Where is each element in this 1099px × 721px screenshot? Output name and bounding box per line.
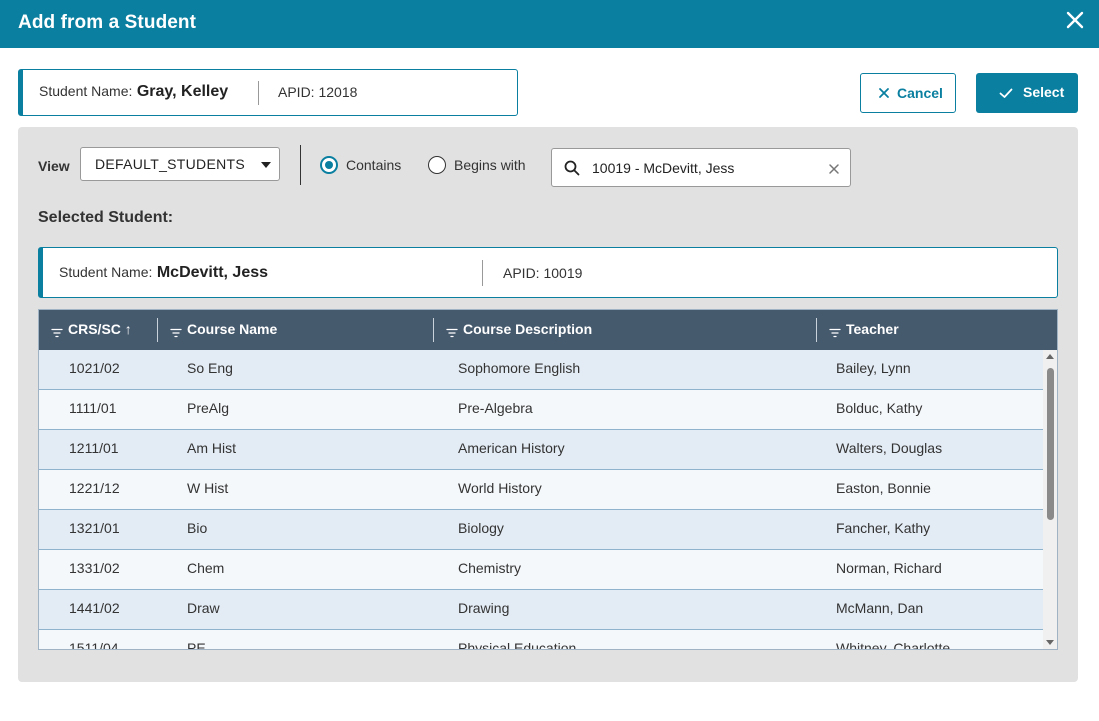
cell-course-name: Chem (187, 560, 225, 576)
cell-crs: 1331/02 (69, 560, 120, 576)
column-header-course-name[interactable]: Course Name (170, 321, 278, 338)
cell-crs: 1511/04 (69, 640, 119, 650)
dialog-header: Add from a Student (0, 0, 1099, 48)
current-student-card: Student Name: Gray, Kelley APID: 12018 (18, 69, 518, 116)
cell-course-name: Bio (187, 520, 208, 536)
close-icon[interactable] (1065, 9, 1085, 31)
cell-teacher: Fancher, Kathy (836, 520, 931, 536)
cell-teacher: Easton, Bonnie (836, 480, 931, 496)
column-label-course-description: Course Description (463, 321, 593, 337)
cell-course-description: Biology (458, 520, 504, 536)
view-label: View (38, 158, 70, 174)
begins-with-radio[interactable] (428, 156, 446, 174)
contains-radio[interactable] (320, 156, 338, 174)
filter-icon[interactable] (829, 325, 841, 338)
cell-course-description: American History (458, 440, 565, 456)
search-icon (564, 160, 580, 176)
selected-student-apid: APID: 10019 (503, 265, 583, 281)
grid-scrollbar[interactable] (1043, 350, 1057, 649)
column-separator[interactable] (433, 318, 434, 342)
student-name-label: Student Name: (39, 83, 133, 99)
cell-teacher: Bailey, Lynn (836, 360, 911, 376)
select-button[interactable]: Select (976, 73, 1078, 113)
selected-student-heading: Selected Student: (38, 209, 174, 226)
select-label: Select (1023, 84, 1065, 100)
student-name-group: Student Name: Gray, Kelley (39, 83, 228, 101)
grid-body: 1021/02 So Eng Sophomore English Bailey,… (39, 350, 1043, 650)
scrollbar-thumb[interactable] (1047, 368, 1054, 520)
course-grid: CRS/SC ↑ Course Name Course Description … (38, 309, 1058, 650)
cell-course-description: Sophomore English (458, 360, 581, 376)
cell-course-name: So Eng (187, 360, 233, 376)
student-search-input[interactable]: 10019 - McDevitt, Jess (551, 148, 851, 187)
search-panel: View DEFAULT_STUDENTS Contains Begins wi… (18, 127, 1078, 682)
table-row[interactable]: 1511/04 PE Physical Education Whitney, C… (39, 630, 1043, 650)
cell-teacher: Whitney, Charlotte (836, 640, 951, 650)
cell-course-name: Draw (187, 600, 220, 616)
cell-crs: 1441/02 (69, 600, 120, 616)
grid-header: CRS/SC ↑ Course Name Course Description … (39, 310, 1057, 350)
student-name: Gray, Kelley (136, 83, 229, 100)
cell-teacher: Walters, Douglas (836, 440, 943, 456)
filter-divider (300, 145, 301, 185)
clear-icon[interactable] (828, 162, 840, 174)
table-row[interactable]: 1111/01 PreAlg Pre-Algebra Bolduc, Kathy (39, 390, 1043, 430)
column-separator[interactable] (157, 318, 158, 342)
column-label-crs: CRS/SC (68, 321, 121, 337)
contains-label[interactable]: Contains (346, 157, 401, 173)
table-row[interactable]: 1321/01 Bio Biology Fancher, Kathy (39, 510, 1043, 550)
cell-crs: 1111/01 (69, 400, 117, 416)
cell-course-description: Physical Education (458, 640, 577, 650)
cell-course-name: W Hist (187, 480, 229, 496)
caret-down-icon (261, 162, 271, 168)
column-separator[interactable] (816, 318, 817, 342)
close-icon (877, 86, 891, 100)
scroll-down-icon[interactable] (1046, 640, 1054, 645)
table-row[interactable]: 1331/02 Chem Chemistry Norman, Richard (39, 550, 1043, 590)
cell-course-description: Drawing (458, 600, 510, 616)
filter-icon[interactable] (51, 325, 63, 338)
cell-course-description: Pre-Algebra (458, 400, 533, 416)
cell-crs: 1221/12 (69, 480, 120, 496)
cell-course-name: Am Hist (187, 440, 236, 456)
cell-course-name: PreAlg (187, 400, 230, 416)
cell-teacher: McMann, Dan (836, 600, 924, 616)
dialog-title: Add from a Student (18, 12, 197, 33)
filter-icon[interactable] (446, 325, 458, 338)
scroll-up-icon[interactable] (1046, 354, 1054, 359)
column-header-teacher[interactable]: Teacher (829, 321, 899, 338)
cell-crs: 1021/02 (69, 360, 120, 376)
cell-teacher: Bolduc, Kathy (836, 400, 923, 416)
column-label-course-name: Course Name (187, 321, 278, 337)
student-apid: APID: 12018 (278, 84, 358, 100)
view-dropdown[interactable]: DEFAULT_STUDENTS (80, 147, 280, 181)
filter-icon[interactable] (170, 325, 182, 338)
table-row[interactable]: 1211/01 Am Hist American History Walters… (39, 430, 1043, 470)
column-header-course-description[interactable]: Course Description (446, 321, 593, 338)
cell-crs: 1211/01 (69, 440, 119, 456)
column-header-crs[interactable]: CRS/SC ↑ (51, 321, 132, 338)
begins-with-label[interactable]: Begins with (454, 157, 526, 173)
checkmark-icon (998, 85, 1014, 101)
cell-crs: 1321/01 (69, 520, 120, 536)
card-divider (258, 81, 259, 105)
view-dropdown-value: DEFAULT_STUDENTS (95, 156, 246, 172)
card-divider (482, 260, 483, 286)
cell-teacher: Norman, Richard (836, 560, 942, 576)
table-row[interactable]: 1221/12 W Hist World History Easton, Bon… (39, 470, 1043, 510)
sort-ascending-icon: ↑ (124, 321, 132, 337)
selected-student-name: McDevitt, Jess (156, 264, 269, 281)
cell-course-description: Chemistry (458, 560, 522, 576)
column-label-teacher: Teacher (846, 321, 899, 337)
cell-course-name: PE (187, 640, 206, 650)
selected-name-group: Student Name: McDevitt, Jess (59, 264, 268, 282)
table-row[interactable]: 1021/02 So Eng Sophomore English Bailey,… (39, 350, 1043, 390)
cancel-button[interactable]: Cancel (860, 73, 956, 113)
selected-name-label: Student Name: (59, 264, 153, 280)
search-value: 10019 - McDevitt, Jess (592, 160, 735, 176)
selected-student-card: Student Name: McDevitt, Jess APID: 10019 (38, 247, 1058, 298)
cell-course-description: World History (458, 480, 542, 496)
table-row[interactable]: 1441/02 Draw Drawing McMann, Dan (39, 590, 1043, 630)
cancel-label: Cancel (897, 85, 943, 101)
